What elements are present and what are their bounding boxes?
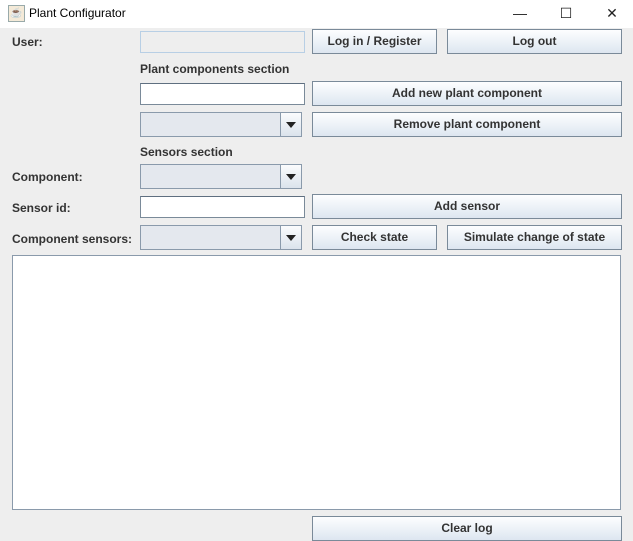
clear-log-button[interactable]: Clear log xyxy=(312,516,622,541)
title-bar: ☕ Plant Configurator — ☐ ✕ xyxy=(0,0,633,28)
chevron-down-icon[interactable] xyxy=(280,165,301,188)
login-register-button[interactable]: Log in / Register xyxy=(312,29,437,54)
remove-plant-component-button[interactable]: Remove plant component xyxy=(312,112,622,137)
window-title: Plant Configurator xyxy=(29,6,126,20)
close-button[interactable]: ✕ xyxy=(589,0,633,28)
sensor-id-label: Sensor id: xyxy=(12,201,71,215)
user-label: User: xyxy=(12,35,43,49)
minimize-button[interactable]: — xyxy=(497,0,543,28)
java-cup-icon: ☕ xyxy=(8,5,25,22)
check-state-button[interactable]: Check state xyxy=(312,225,437,250)
component-combo[interactable] xyxy=(140,164,302,189)
component-sensors-label: Component sensors: xyxy=(12,232,133,246)
component-label: Component: xyxy=(12,170,83,184)
user-field xyxy=(140,31,305,53)
chevron-down-icon[interactable] xyxy=(280,226,301,249)
plant-component-combo[interactable] xyxy=(140,112,302,137)
component-sensors-combo[interactable] xyxy=(140,225,302,250)
sensors-section-label: Sensors section xyxy=(140,145,233,159)
plant-component-input[interactable] xyxy=(140,83,305,105)
add-sensor-button[interactable]: Add sensor xyxy=(312,194,622,219)
plant-section-label: Plant components section xyxy=(140,62,290,76)
simulate-change-of-state-button[interactable]: Simulate change of state xyxy=(447,225,622,250)
logout-button[interactable]: Log out xyxy=(447,29,622,54)
log-text-area[interactable] xyxy=(12,255,621,510)
maximize-button[interactable]: ☐ xyxy=(543,0,589,28)
chevron-down-icon[interactable] xyxy=(280,113,301,136)
add-plant-component-button[interactable]: Add new plant component xyxy=(312,81,622,106)
sensor-id-input[interactable] xyxy=(140,196,305,218)
